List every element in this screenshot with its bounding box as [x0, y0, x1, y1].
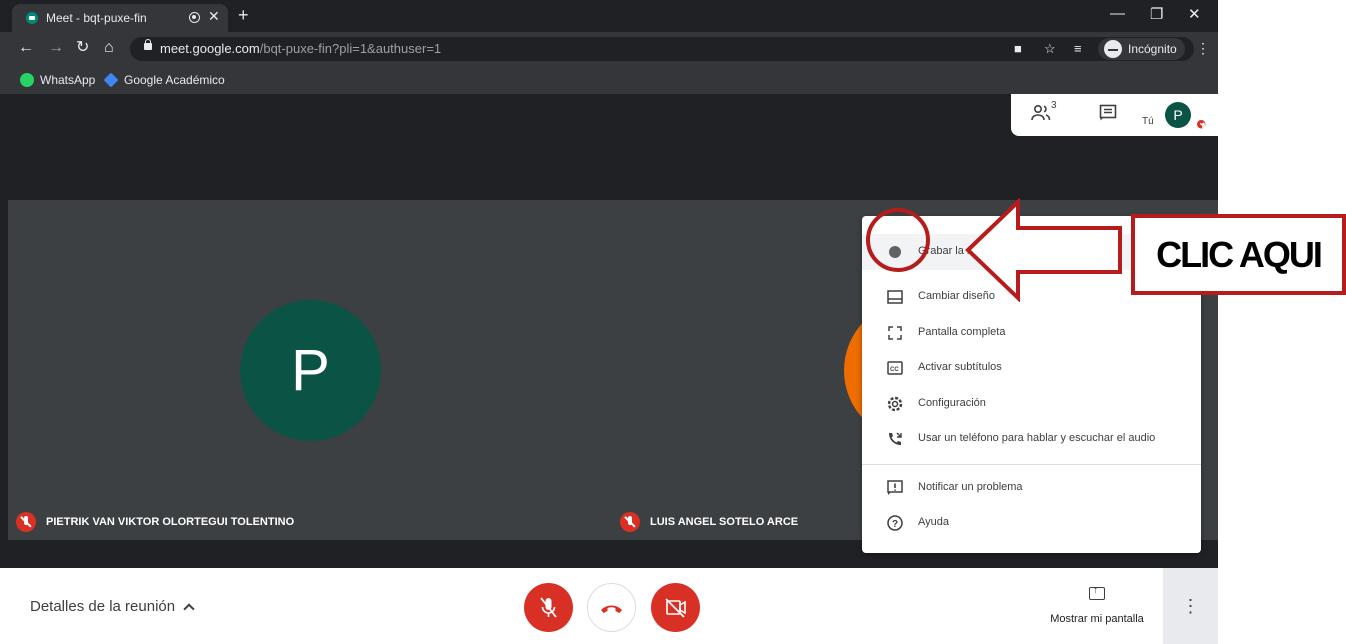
close-tab-icon[interactable]: ✕ — [208, 8, 220, 25]
menu-item-fullscreen[interactable]: Pantalla completa — [862, 315, 1201, 351]
menu-item-help[interactable]: ? Ayuda — [862, 505, 1201, 541]
google-scholar-icon — [103, 72, 119, 88]
close-window-icon[interactable]: ✕ — [1188, 5, 1201, 23]
participant-tile[interactable]: P PIETRIK VAN VIKTOR OLORTEGUI TOLENTINO — [8, 200, 612, 540]
meeting-details-button[interactable]: Detalles de la reunión — [30, 598, 195, 615]
chat-icon — [1099, 104, 1117, 121]
menu-item-settings[interactable]: Configuración — [862, 386, 1201, 422]
bookmarks-bar: WhatsApp Google Académico — [0, 66, 1218, 94]
report-icon — [886, 479, 904, 497]
recording-indicator-icon — [189, 12, 200, 23]
svg-text:?: ? — [892, 519, 898, 530]
highlight-circle — [866, 208, 930, 272]
participant-name-label: LUIS ANGEL SOTELO ARCE — [620, 512, 798, 532]
settings-icon — [886, 395, 904, 413]
layout-icon — [886, 288, 904, 306]
microphone-toggle-button[interactable] — [524, 583, 573, 632]
tab-strip: Meet - bqt-puxe-fin ✕ + — ❐ ✕ — [0, 0, 1218, 32]
fullscreen-icon — [886, 324, 904, 342]
home-icon[interactable]: ⌂ — [104, 39, 114, 57]
tab-title: Meet - bqt-puxe-fin — [46, 11, 147, 25]
incognito-label: Incógnito — [1128, 42, 1177, 56]
participant-avatar: P — [240, 300, 381, 441]
incognito-badge[interactable]: Incógnito — [1098, 38, 1185, 60]
present-screen-icon — [1089, 585, 1105, 600]
present-screen-label: Mostrar mi pantalla — [1050, 613, 1144, 625]
bookmark-whatsapp[interactable]: WhatsApp — [20, 72, 95, 88]
chevron-up-icon — [183, 603, 195, 615]
hang-up-button[interactable] — [587, 583, 636, 632]
captions-icon: CC — [886, 359, 904, 377]
muted-mic-icon — [16, 512, 36, 532]
whatsapp-icon — [20, 73, 34, 87]
self-avatar: P — [1165, 102, 1191, 128]
restore-icon[interactable]: ❐ — [1150, 5, 1163, 23]
camera-permission-icon[interactable]: ■ — [1014, 41, 1022, 56]
meet-favicon-icon — [26, 12, 38, 24]
participant-name: LUIS ANGEL SOTELO ARCE — [650, 516, 799, 528]
callout-box: CLIC AQUI — [1131, 214, 1346, 295]
people-icon — [1031, 104, 1051, 121]
back-icon[interactable]: ← — [18, 39, 34, 57]
bookmark-star-icon[interactable]: ☆ — [1044, 41, 1056, 57]
incognito-icon — [1104, 40, 1122, 58]
browser-toolbar: ← → ↻ ⌂ meet.google.com/bqt-puxe-fin?pli… — [0, 32, 1218, 66]
menu-divider — [862, 464, 1201, 465]
muted-mic-icon — [620, 512, 640, 532]
self-muted-icon — [1197, 120, 1206, 129]
address-bar[interactable]: meet.google.com/bqt-puxe-fin?pli=1&authu… — [130, 37, 1194, 61]
minimize-icon[interactable]: — — [1110, 5, 1125, 22]
participants-button[interactable]: 3 — [1031, 100, 1057, 126]
camera-toggle-button[interactable] — [651, 583, 700, 632]
forward-icon[interactable]: → — [48, 39, 64, 57]
callout-text: CLIC AQUI — [1156, 234, 1323, 275]
svg-text:CC: CC — [890, 367, 899, 373]
present-screen-button[interactable]: Mostrar mi pantalla — [1042, 583, 1152, 633]
menu-item-phone-audio[interactable]: Usar un teléfono para hablar y escuchar … — [862, 421, 1201, 457]
hang-up-icon — [601, 605, 622, 613]
meeting-details-label: Detalles de la reunión — [30, 598, 176, 615]
browser-menu-icon[interactable]: ⋮ — [1196, 40, 1210, 57]
bookmark-label: WhatsApp — [40, 73, 96, 87]
mic-off-icon — [540, 597, 557, 618]
menu-item-captions[interactable]: CC Activar subtítulos — [862, 350, 1201, 386]
media-control-icon[interactable]: ≡ — [1074, 41, 1082, 56]
pointer-arrow-icon — [965, 198, 1122, 302]
call-controls-bar: Detalles de la reunión Mostrar mi pantal… — [0, 568, 1218, 644]
bookmark-label: Google Académico — [124, 73, 225, 87]
meeting-top-panel: 3 Tú P — [1011, 94, 1218, 136]
reload-icon[interactable]: ↻ — [76, 39, 89, 57]
url-text: meet.google.com/bqt-puxe-fin?pli=1&authu… — [160, 41, 442, 56]
bookmark-google-academico[interactable]: Google Académico — [103, 72, 225, 88]
tab-meet[interactable]: Meet - bqt-puxe-fin ✕ — [12, 4, 228, 32]
lock-icon — [144, 39, 152, 50]
participant-name-label: PIETRIK VAN VIKTOR OLORTEGUI TOLENTINO — [16, 512, 294, 532]
chat-button[interactable] — [1099, 104, 1117, 122]
participant-name: PIETRIK VAN VIKTOR OLORTEGUI TOLENTINO — [46, 516, 295, 528]
more-options-button[interactable]: ⋮ — [1163, 568, 1218, 644]
camera-off-icon — [665, 598, 686, 618]
participant-count: 3 — [1051, 100, 1057, 111]
new-tab-button[interactable]: + — [238, 5, 249, 26]
phone-icon — [886, 430, 904, 448]
help-icon: ? — [886, 514, 904, 532]
menu-item-report-problem[interactable]: Notificar un problema — [862, 470, 1201, 506]
you-label: Tú — [1142, 116, 1154, 127]
